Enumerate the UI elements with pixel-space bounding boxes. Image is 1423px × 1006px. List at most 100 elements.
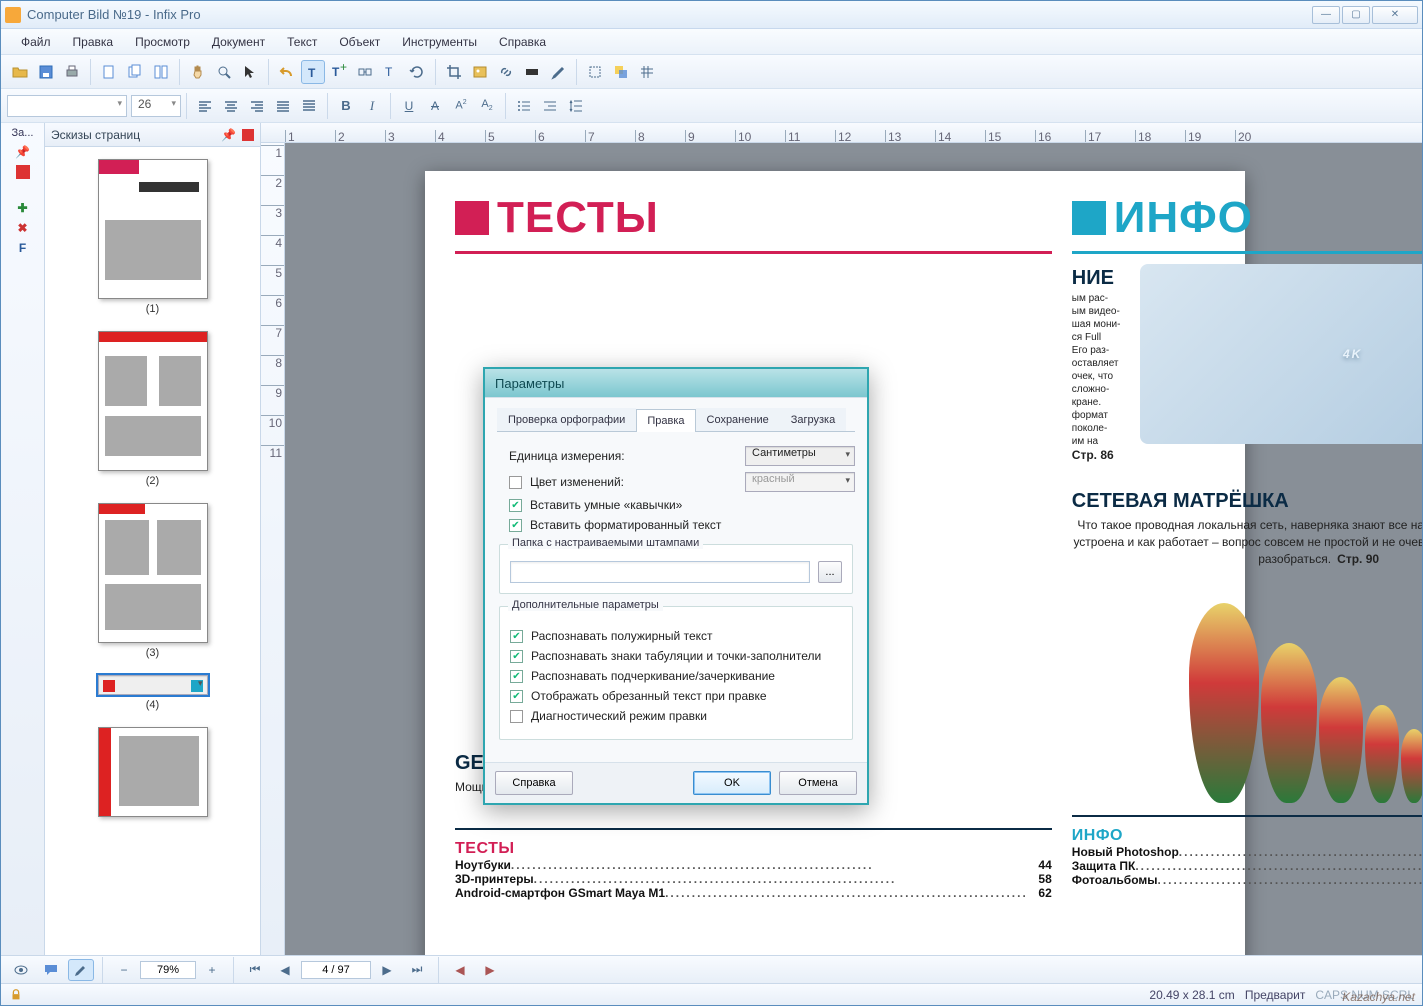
strike-icon[interactable]: A	[423, 94, 447, 118]
comment-mode-icon[interactable]	[38, 959, 64, 981]
close-button[interactable]: ✕	[1372, 6, 1418, 24]
overlay-icon[interactable]	[609, 60, 633, 84]
tab-loading[interactable]: Загрузка	[780, 408, 846, 431]
close-panel-icon[interactable]	[16, 165, 30, 179]
square-marker-icon	[1072, 201, 1106, 235]
list-icon[interactable]	[512, 94, 536, 118]
bold-icon[interactable]: B	[334, 94, 358, 118]
changes-color-checkbox[interactable]: ✔	[509, 476, 522, 489]
maximize-button[interactable]: ▢	[1342, 6, 1370, 24]
zoom-in-icon[interactable]: +	[199, 959, 225, 981]
print-icon[interactable]	[60, 60, 84, 84]
history-fwd-icon[interactable]: ▶	[477, 959, 503, 981]
save-icon[interactable]	[34, 60, 58, 84]
opt-underline-checkbox[interactable]: ✔	[510, 670, 523, 683]
zoom-input[interactable]	[140, 961, 196, 979]
font-combo[interactable]	[7, 95, 127, 117]
pointer-icon[interactable]	[238, 60, 262, 84]
hand-icon[interactable]	[186, 60, 210, 84]
copypage-icon[interactable]	[123, 60, 147, 84]
edit-mode-icon[interactable]	[68, 959, 94, 981]
opt-bold-checkbox[interactable]: ✔	[510, 630, 523, 643]
flag-icon[interactable]: F	[19, 241, 26, 255]
view-mode-icon[interactable]	[8, 959, 34, 981]
pin-icon[interactable]: 📌	[15, 145, 30, 159]
italic-icon[interactable]: I	[360, 94, 384, 118]
advanced-group-title: Дополнительные параметры	[508, 599, 663, 611]
superscript-icon[interactable]: A2	[449, 94, 473, 118]
unit-label: Единица измерения:	[509, 449, 625, 463]
tab-spellcheck[interactable]: Проверка орфографии	[497, 408, 636, 431]
cancel-button[interactable]: Отмена	[779, 771, 857, 795]
thumbnail-2[interactable]	[98, 331, 208, 471]
help-button[interactable]: Справка	[495, 771, 573, 795]
grid-icon[interactable]	[635, 60, 659, 84]
eyedrop-icon[interactable]	[546, 60, 570, 84]
indent-icon[interactable]	[538, 94, 562, 118]
menu-file[interactable]: Файл	[11, 31, 61, 53]
last-page-icon[interactable]: ⏭	[404, 959, 430, 981]
pages-icon[interactable]	[149, 60, 173, 84]
first-page-icon[interactable]: ⏮	[242, 959, 268, 981]
paste-formatted-checkbox[interactable]: ✔	[509, 519, 522, 532]
text-tool-icon[interactable]: T	[301, 60, 325, 84]
page-input[interactable]	[301, 961, 371, 979]
newpage-icon[interactable]	[97, 60, 121, 84]
thumbnail-4[interactable]	[98, 675, 208, 695]
menu-edit[interactable]: Правка	[63, 31, 124, 53]
select-rect-icon[interactable]	[583, 60, 607, 84]
ok-button[interactable]: OK	[693, 771, 771, 795]
next-page-icon[interactable]: ▶	[374, 959, 400, 981]
add-icon[interactable]: ✚	[17, 201, 27, 215]
menu-object[interactable]: Объект	[329, 31, 390, 53]
toc-heading-right: ИНФО	[1072, 827, 1422, 845]
history-back-icon[interactable]: ◀	[447, 959, 473, 981]
opt-tabs-checkbox[interactable]: ✔	[510, 650, 523, 663]
browse-button[interactable]: ...	[818, 561, 842, 583]
close-thumb-icon[interactable]	[242, 129, 254, 141]
tab-saving[interactable]: Сохранение	[696, 408, 780, 431]
menu-text[interactable]: Текст	[277, 31, 327, 53]
opt-clipped-checkbox[interactable]: ✔	[510, 690, 523, 703]
fontsize-combo[interactable]: 26	[131, 95, 181, 117]
smart-quotes-checkbox[interactable]: ✔	[509, 499, 522, 512]
menu-tools[interactable]: Инструменты	[392, 31, 487, 53]
redact-icon[interactable]	[520, 60, 544, 84]
align-full-icon[interactable]	[297, 94, 321, 118]
image-icon[interactable]	[468, 60, 492, 84]
opt-diagnostic-checkbox[interactable]: ✔	[510, 710, 523, 723]
tab-editing[interactable]: Правка	[636, 409, 695, 432]
rotate-icon[interactable]	[405, 60, 429, 84]
prev-page-icon[interactable]: ◀	[272, 959, 298, 981]
align-left-icon[interactable]	[193, 94, 217, 118]
undo-icon[interactable]	[275, 60, 299, 84]
toc-row: Ноутбуки44	[455, 858, 1052, 872]
align-center-icon[interactable]	[219, 94, 243, 118]
linked-text-icon[interactable]	[353, 60, 377, 84]
thumbnail-5[interactable]	[98, 727, 208, 817]
underline-icon[interactable]: U	[397, 94, 421, 118]
thumbnail-1[interactable]	[98, 159, 208, 299]
text-plus-icon[interactable]: T+	[327, 60, 351, 84]
open-icon[interactable]	[8, 60, 32, 84]
stamps-path-input[interactable]	[510, 561, 810, 583]
crop-icon[interactable]	[442, 60, 466, 84]
link-icon[interactable]	[494, 60, 518, 84]
menu-view[interactable]: Просмотр	[125, 31, 200, 53]
minimize-button[interactable]: —	[1312, 6, 1340, 24]
remove-icon[interactable]: ✖	[17, 221, 27, 235]
unit-select[interactable]: Сантиметры	[745, 446, 855, 466]
menu-help[interactable]: Справка	[489, 31, 556, 53]
align-right-icon[interactable]	[245, 94, 269, 118]
text-hand-icon[interactable]: T	[379, 60, 403, 84]
spacing-icon[interactable]	[564, 94, 588, 118]
section-heading-tests: ТЕСТЫ	[497, 193, 659, 243]
subscript-icon[interactable]: A2	[475, 94, 499, 118]
pin-icon[interactable]: 📌	[221, 128, 236, 142]
menu-document[interactable]: Документ	[202, 31, 275, 53]
zoom-icon[interactable]	[212, 60, 236, 84]
align-justify-icon[interactable]	[271, 94, 295, 118]
stamps-group-title: Папка с настраиваемыми штампами	[508, 537, 703, 549]
zoom-out-icon[interactable]: −	[111, 959, 137, 981]
thumbnail-3[interactable]	[98, 503, 208, 643]
